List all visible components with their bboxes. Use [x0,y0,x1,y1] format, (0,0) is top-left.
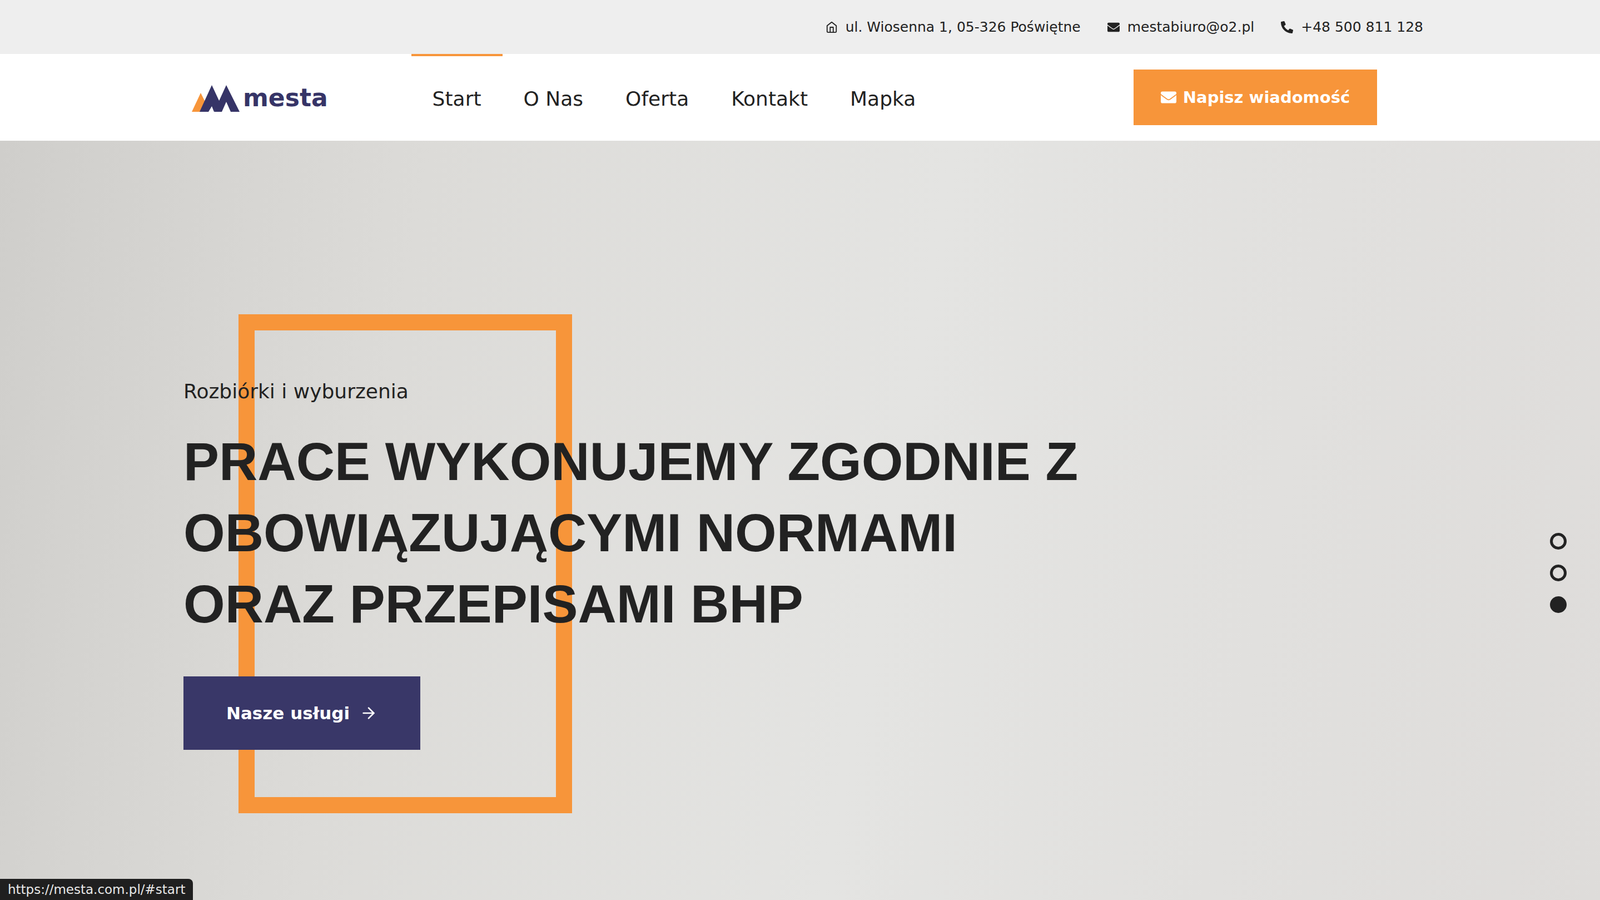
nav-item[interactable]: Kontakt [709,53,829,141]
house-icon [825,21,838,34]
hero-subtitle: Rozbiórki i wyburzenia [183,379,409,403]
hero-content: Rozbiórki i wyburzenia PRACE WYKONUJEMY Z… [183,379,1600,750]
logo-icon [191,81,241,113]
arrow-right-icon [359,703,378,722]
logo[interactable]: mesta [191,53,329,141]
address: ul. Wiosenna 1, 05-326 Poświętne [825,18,1081,36]
hero: Rozbiórki i wyburzenia PRACE WYKONUJEMY Z… [0,140,1600,900]
nav-bar: mestaStartO NasOfertaKontaktMapkaNapisz … [0,53,1600,141]
message-button[interactable]: Napisz wiadomość [1133,69,1378,126]
envelope-icon [1160,89,1177,106]
slider-dots [1549,532,1567,613]
email[interactable]: mestabiuro@o2.pl [1107,18,1255,36]
phone[interactable]: +48 500 811 128 [1280,18,1424,36]
phone-icon [1280,21,1294,34]
nav-item[interactable]: Oferta [604,53,710,141]
slider-dot[interactable] [1549,532,1567,550]
nav-item[interactable]: Start [411,53,503,141]
services-button[interactable]: Nasze usługi [183,676,421,750]
slider-dot[interactable] [1549,564,1567,581]
nav: StartO NasOfertaKontaktMapka [411,53,1134,141]
top-bar: ul. Wiosenna 1, 05-326 Poświętne mestabiu… [0,0,1600,54]
envelope-icon [1107,21,1120,34]
slider-dot[interactable] [1549,595,1567,613]
hero-headline: PRACE WYKONUJEMY ZGODNIE ZOBOWIĄZUJĄCYMI… [183,425,1078,640]
status-bar: https://mesta.com.pl/#start [0,878,193,900]
page: ul. Wiosenna 1, 05-326 Poświętne mestabiu… [0,0,1600,900]
nav-item[interactable]: O Nas [502,53,605,141]
nav-item[interactable]: Mapka [828,53,937,141]
